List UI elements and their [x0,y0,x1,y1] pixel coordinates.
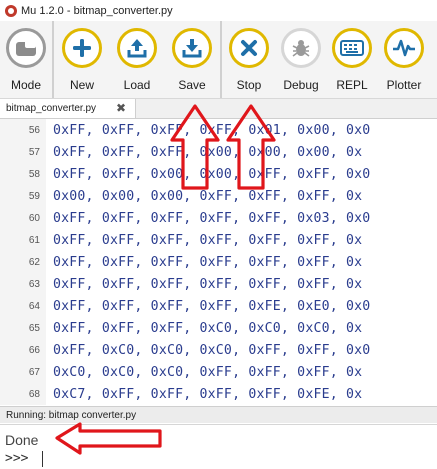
plotter-button[interactable]: Plotter [378,21,430,98]
tab-label: bitmap_converter.py [6,103,97,114]
code-text: 0xFF, 0xFF, 0x00, 0x00, 0xFF, 0xFF, 0x0 [53,166,371,182]
load-button[interactable]: Load [110,21,164,98]
text-cursor [42,451,43,467]
download-icon [172,28,212,68]
upload-icon [117,28,157,68]
code-text: 0xFF, 0xFF, 0xFF, 0xFF, 0xFF, 0xFF, 0x [53,276,363,292]
mu-logo-icon [5,4,17,17]
line-number: 59 [28,190,40,202]
line-number: 61 [28,234,40,246]
tab-bar: bitmap_converter.py ✖ [0,99,437,119]
line-number: 66 [28,344,40,356]
debug-button[interactable]: Debug [276,21,326,98]
code-line: 67 0xC0, 0xC0, 0xC0, 0xFF, 0xFF, 0xFF, 0… [0,361,437,383]
pulse-icon [384,28,424,68]
code-text: 0xFF, 0xFF, 0xFF, 0xFF, 0xFF, 0xFF, 0x [53,254,363,270]
stop-button[interactable]: Stop [222,21,276,98]
debug-label: Debug [283,78,319,92]
plotter-label: Plotter [386,78,422,92]
code-text: 0xFF, 0xFF, 0xFF, 0xFF, 0xFF, 0xFF, 0x [53,232,363,248]
code-line: 68 0xC7, 0xFF, 0xFF, 0xFF, 0xFF, 0xFE, 0… [0,383,437,405]
line-number: 65 [28,322,40,334]
tab-bitmap-converter[interactable]: bitmap_converter.py ✖ [0,99,136,118]
code-line: 57 0xFF, 0xFF, 0xFF, 0x00, 0x00, 0x00, 0… [0,141,437,163]
save-button[interactable]: Save [164,21,220,98]
code-line: 56 0xFF, 0xFF, 0xFF, 0xFF, 0x01, 0x00, 0… [0,119,437,141]
output-pane[interactable]: Done >>> [0,424,437,469]
code-text: 0xFF, 0xFF, 0xFF, 0xFF, 0xFF, 0x03, 0x0 [53,210,371,226]
line-number: 58 [28,168,40,180]
line-number: 64 [28,300,40,312]
x-icon [229,28,269,68]
code-line: 65 0xFF, 0xFF, 0xFF, 0xC0, 0xC0, 0xC0, 0… [0,317,437,339]
window-title: Mu 1.2.0 - bitmap_converter.py [21,4,173,17]
save-label: Save [178,78,206,92]
new-label: New [69,78,94,92]
code-line: 61 0xFF, 0xFF, 0xFF, 0xFF, 0xFF, 0xFF, 0… [0,229,437,251]
line-number: 68 [28,388,40,400]
title-bar: Mu 1.2.0 - bitmap_converter.py [0,0,437,21]
line-number: 56 [28,124,40,136]
repl-button[interactable]: REPL [326,21,378,98]
code-text: 0xFF, 0xFF, 0xFF, 0xFF, 0xFE, 0xE0, 0x0 [53,298,371,314]
code-line: 62 0xFF, 0xFF, 0xFF, 0xFF, 0xFF, 0xFF, 0… [0,251,437,273]
mode-icon [6,28,46,68]
mu-editor-window: Mu 1.2.0 - bitmap_converter.py Mode New [0,0,437,469]
mode-button[interactable]: Mode [0,21,52,98]
code-line: 63 0xFF, 0xFF, 0xFF, 0xFF, 0xFF, 0xFF, 0… [0,273,437,295]
stop-label: Stop [236,78,262,92]
line-number: 62 [28,256,40,268]
mode-label: Mode [10,78,42,92]
bug-icon [281,28,321,68]
line-number: 60 [28,212,40,224]
load-label: Load [123,78,151,92]
code-text: 0xFF, 0xFF, 0xFF, 0xC0, 0xC0, 0xC0, 0x [53,320,363,336]
toolbar: Mode New Load Save Stop Debug REPL Plott… [0,21,437,99]
code-text: 0xC0, 0xC0, 0xC0, 0xFF, 0xFF, 0xFF, 0x [53,364,363,380]
close-icon[interactable]: ✖ [116,101,126,115]
line-number: 57 [28,146,40,158]
plus-icon [62,28,102,68]
code-line: 58 0xFF, 0xFF, 0x00, 0x00, 0xFF, 0xFF, 0… [0,163,437,185]
code-line: 59 0x00, 0x00, 0x00, 0xFF, 0xFF, 0xFF, 0… [0,185,437,207]
code-line: 60 0xFF, 0xFF, 0xFF, 0xFF, 0xFF, 0x03, 0… [0,207,437,229]
repl-prompt: >>> [5,451,29,466]
code-text: 0xFF, 0xFF, 0xFF, 0x00, 0x00, 0x00, 0x [53,144,363,160]
code-text: 0xC7, 0xFF, 0xFF, 0xFF, 0xFF, 0xFE, 0x [53,386,363,402]
new-button[interactable]: New [54,21,110,98]
output-text: Done [5,432,39,448]
code-editor[interactable]: 56 0xFF, 0xFF, 0xFF, 0xFF, 0x01, 0x00, 0… [0,119,437,405]
repl-label: REPL [336,78,368,92]
code-text: 0x00, 0x00, 0x00, 0xFF, 0xFF, 0xFF, 0x [53,188,363,204]
line-number: 63 [28,278,40,290]
line-number: 67 [28,366,40,378]
code-text: 0xFF, 0xC0, 0xC0, 0xC0, 0xFF, 0xFF, 0x0 [53,342,371,358]
running-label: Running: bitmap converter.py [6,409,137,421]
code-text: 0xFF, 0xFF, 0xFF, 0xFF, 0x01, 0x00, 0x0 [53,122,371,138]
running-status: Running: bitmap converter.py [0,406,437,423]
code-line: 66 0xFF, 0xC0, 0xC0, 0xC0, 0xFF, 0xFF, 0… [0,339,437,361]
code-line: 64 0xFF, 0xFF, 0xFF, 0xFF, 0xFE, 0xE0, 0… [0,295,437,317]
keyboard-icon [332,28,372,68]
